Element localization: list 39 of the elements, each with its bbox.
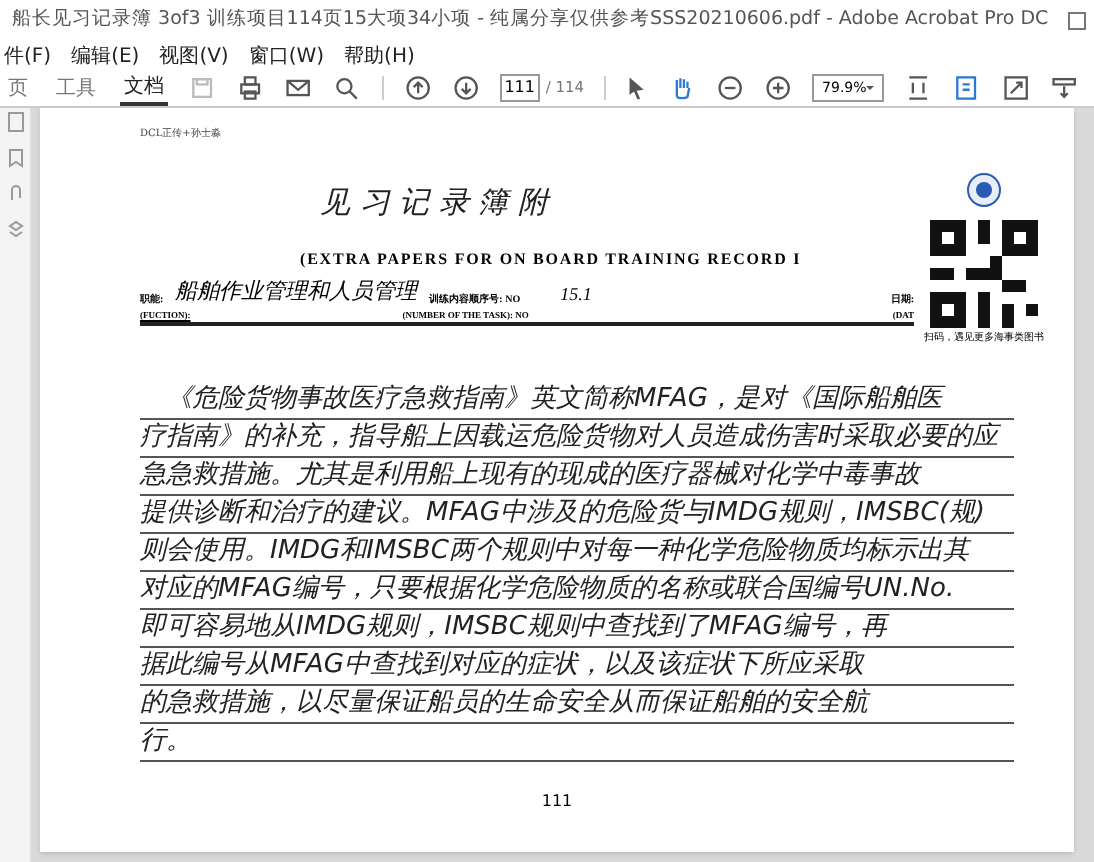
layers-icon[interactable] — [7, 220, 23, 240]
tab[interactable]: 页 — [4, 70, 32, 106]
page-icon[interactable] — [952, 72, 982, 104]
document-title: 见 习 记 录 簿 附 — [318, 181, 553, 223]
task-value: 15.1 — [560, 282, 592, 308]
handwritten-line: 急急救措施。尤其是利用船上现有的现成的医疗器械对化学中毒事故 — [140, 458, 1014, 496]
handwritten-line: 疗指南》的补充，指导船上因载运危险货物对人员造成伤害时采取必要的应 — [140, 420, 1014, 458]
handwritten-line: 《危险货物事故医疗急救指南》英文简称MFAG，是对《国际船舶医 — [140, 382, 1014, 420]
handwritten-line: 提供诊断和治疗的建议。MFAG中涉及的危险货与IMDG规则，IMSBC(规) — [140, 496, 1014, 534]
page-number-field[interactable]: 111 — [499, 74, 540, 102]
menu-item[interactable]: 视图(V) — [159, 41, 229, 71]
handwritten-line: 则会使用。IMDG和IMSBC两个规则中对每一种化学危险物质均标示出其 — [140, 534, 1014, 572]
bookmark-icon[interactable] — [7, 148, 23, 168]
handwritten-line: 对应的MFAG编号，只要根据化学危险物质的名称或联合国编号UN.No. — [140, 572, 1014, 610]
page-number: 111 — [541, 790, 573, 814]
zoom-out-icon[interactable] — [715, 72, 744, 104]
qr-code-icon — [930, 219, 1038, 327]
menu-item[interactable]: 帮助(H) — [344, 41, 415, 71]
fit-page-icon[interactable] — [904, 72, 933, 104]
handwritten-line: 的急救措施，以尽量保证船员的生命安全从而保证船舶的安全航 — [140, 686, 1014, 724]
function-value: 船舶作业管理和人员管理 — [175, 278, 418, 308]
handwritten-line: 据此编号从MFAG中查找到对应的症状，以及该症状下所应采取 — [140, 648, 1014, 686]
emblem-icon — [966, 171, 1002, 207]
handwritten-line: 即可容易地从IMDG规则，IMSBC规则中查找到了MFAG编号，再 — [140, 610, 1014, 648]
menu-item[interactable]: 编辑(E) — [71, 41, 140, 71]
toolbar-icon[interactable] — [1049, 72, 1078, 104]
maximize-icon[interactable] — [1068, 12, 1086, 30]
pointer-icon[interactable] — [625, 74, 648, 102]
handwritten-line: 行。 — [140, 724, 1014, 762]
document-subtitle: (EXTRA PAPERS FOR ON BOARD TRAINING RECORD I — [298, 248, 804, 272]
menu-item[interactable]: 窗口(W) — [248, 41, 325, 71]
zoom-in-icon[interactable] — [763, 72, 793, 104]
search-icon[interactable] — [332, 72, 362, 104]
window-title: 船长见习记录簿 3of3 训练项目114页15大项34小项 - 纯属分享仅供参考SSS20210606.pdf - Adobe Acrobat Pro DC — [12, 6, 1051, 35]
menu-item[interactable]: 件(F) — [4, 41, 52, 71]
tab[interactable]: 工具 — [52, 70, 100, 106]
page-thumbnail-icon[interactable] — [7, 112, 23, 132]
fullscreen-icon[interactable] — [1001, 72, 1030, 104]
print-icon[interactable] — [236, 72, 265, 104]
